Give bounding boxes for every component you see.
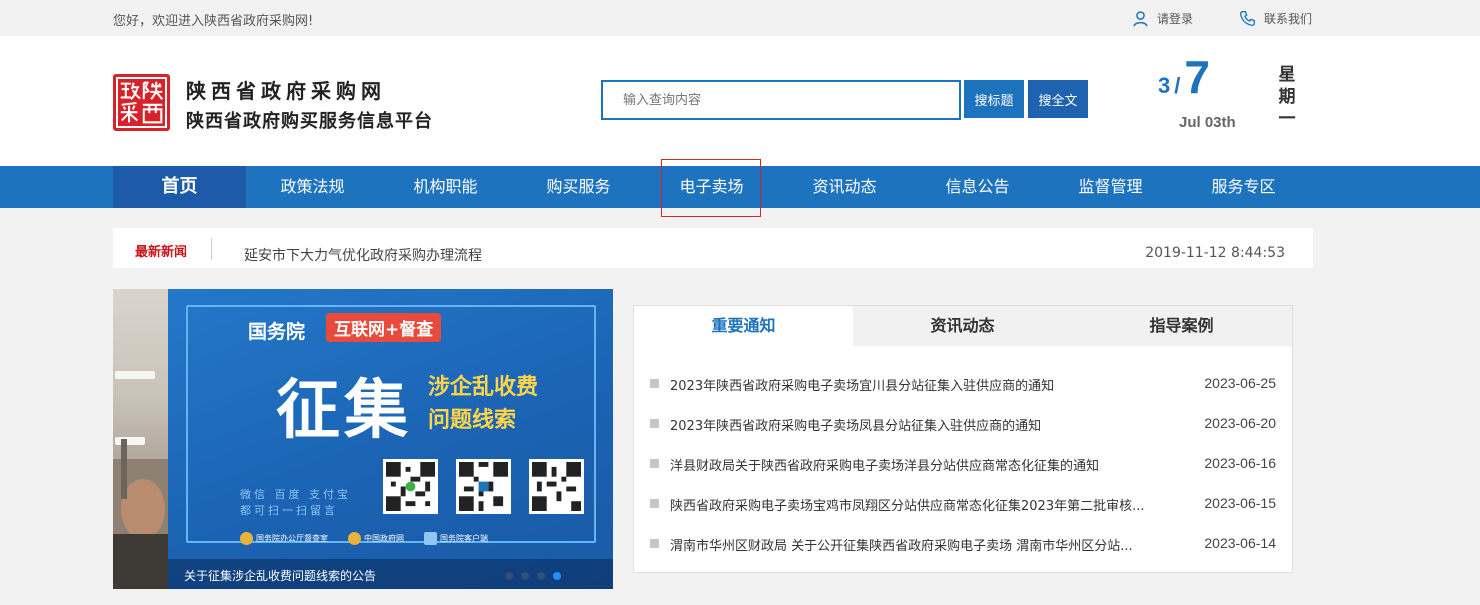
banner-org1: 国务院办公厅督查室: [256, 534, 328, 543]
site-header: 陕西省政府采购网 陕西省政府购买服务信息平台 搜标题 搜全文 3 / 7 Jul…: [0, 36, 1480, 166]
bullet-icon: [650, 539, 659, 548]
date-separator: /: [1174, 73, 1181, 98]
nav-item-purchase-service[interactable]: 购买服务: [512, 166, 645, 208]
banner-hint-line1: 微信 百度 支付宝: [240, 488, 351, 501]
photo-figures: [113, 439, 168, 589]
tab-guidance-cases[interactable]: 指导案例: [1072, 306, 1291, 346]
nav-item-announcements[interactable]: 信息公告: [911, 166, 1044, 208]
date-display: 3 / 7: [1158, 50, 1210, 104]
carousel-dot-2[interactable]: [521, 572, 529, 580]
notice-item[interactable]: 陕西省政府采购电子卖场宝鸡市凤翔区分站供应商常态化征集2023年第二批审核...…: [650, 494, 1276, 514]
notice-date: 2023-06-16: [1204, 455, 1276, 471]
weekday: 星期一: [1278, 65, 1296, 129]
banner-hint-line2: 都可扫一扫留言: [240, 504, 338, 517]
notice-date: 2023-06-14: [1204, 535, 1276, 551]
qr-code-icon: [529, 459, 584, 514]
tab-important-notices[interactable]: 重要通知: [634, 306, 853, 346]
qr-code-icon: [383, 459, 438, 514]
banner-photo-slice: [113, 289, 168, 589]
banner-caption[interactable]: 关于征集涉企乱收费问题线索的公告: [184, 567, 376, 584]
banner-sub2: 问题线索: [428, 408, 517, 433]
notice-date: 2023-06-15: [1204, 495, 1276, 511]
search-input[interactable]: [603, 82, 959, 118]
banner-slide: 国务院 互联网+督查 征集 涉企乱收费 问题线索 微信 百度 支付宝 都可扫一扫…: [168, 289, 613, 589]
ticker-divider: [211, 238, 212, 260]
top-bar: 您好，欢迎进入陕西省政府采购网! 请登录 联系我们: [0, 0, 1480, 36]
carousel-dot-3[interactable]: [537, 572, 545, 580]
emblem-icon: [348, 532, 361, 545]
notice-title[interactable]: 陕西省政府采购电子卖场宝鸡市凤翔区分站供应商常态化征集2023年第二批审核...: [670, 495, 1180, 514]
banner-hint: 微信 百度 支付宝 都可扫一扫留言: [240, 487, 351, 519]
login-label: 请登录: [1157, 12, 1194, 26]
banner-orgs: 国务院办公厅督查室 中国政府网 国务院客户端: [240, 532, 488, 545]
notice-item[interactable]: 渭南市华州区财政局 关于公开征集陕西省政府采购电子卖场 渭南市华州区分站... …: [650, 534, 1276, 554]
nav-item-e-mall[interactable]: 电子卖场: [645, 166, 778, 208]
ceiling-light: [115, 371, 155, 379]
carousel-dots: [505, 572, 561, 580]
ticker-label: 最新新闻: [135, 245, 188, 260]
nav-item-service-zone[interactable]: 服务专区: [1177, 166, 1310, 208]
notice-title[interactable]: 渭南市华州区财政局 关于公开征集陕西省政府采购电子卖场 渭南市华州区分站...: [670, 535, 1180, 554]
phone-icon: [1240, 11, 1255, 26]
banner-org: 中国政府网: [348, 532, 404, 545]
nav-item-home[interactable]: 首页: [113, 166, 246, 208]
login-link[interactable]: 请登录: [1132, 10, 1193, 27]
date-month: 3: [1158, 73, 1171, 98]
qr-code-icon: [456, 459, 511, 514]
site-subtitle[interactable]: 陕西省政府购买服务信息平台: [186, 107, 433, 133]
date-day: 7: [1184, 51, 1210, 103]
main-nav: 首页 政策法规 机构职能 购买服务 电子卖场 资讯动态 信息公告 监督管理 服务…: [0, 166, 1480, 208]
ticker-headline[interactable]: 延安市下大力气优化政府采购办理流程: [244, 245, 482, 265]
ticker-time: 2019-11-12 8:44:53: [1145, 245, 1285, 261]
nav-item-policy[interactable]: 政策法规: [246, 166, 379, 208]
banner-tag: 互联网+督查: [326, 313, 442, 342]
seal-border: [116, 77, 167, 128]
app-icon: [424, 532, 437, 545]
contact-link[interactable]: 联系我们: [1239, 10, 1312, 27]
carousel-dot-1[interactable]: [505, 572, 513, 580]
user-icon: [1133, 11, 1148, 27]
emblem-icon: [240, 532, 253, 545]
banner-carousel[interactable]: 国务院 互联网+督查 征集 涉企乱收费 问题线索 微信 百度 支付宝 都可扫一扫…: [113, 289, 613, 589]
tab-news[interactable]: 资讯动态: [853, 306, 1072, 346]
notice-item[interactable]: 洋县财政局关于陕西省政府采购电子卖场洋县分站供应商常态化征集的通知 2023-0…: [650, 454, 1276, 474]
notice-item[interactable]: 2023年陕西省政府采购电子卖场宜川县分站征集入驻供应商的通知 2023-06-…: [650, 374, 1276, 394]
banner-caption-bar: 关于征集涉企乱收费问题线索的公告: [168, 559, 613, 589]
notice-title[interactable]: 洋县财政局关于陕西省政府采购电子卖场洋县分站供应商常态化征集的通知: [670, 455, 1180, 474]
banner-headline: 征集: [276, 374, 412, 448]
banner-gov-label: 国务院: [248, 321, 306, 343]
banner-org: 国务院客户端: [424, 532, 488, 545]
logo-seal[interactable]: [113, 74, 170, 131]
search-box: [601, 80, 961, 120]
banner-sub1: 涉企乱收费: [428, 375, 539, 400]
search-fulltext-button[interactable]: 搜全文: [1028, 80, 1088, 118]
banner-org3: 国务院客户端: [440, 534, 488, 543]
bullet-icon: [650, 459, 659, 468]
contact-label: 联系我们: [1264, 12, 1313, 26]
carousel-dot-4[interactable]: [553, 572, 561, 580]
banner-org2: 中国政府网: [364, 534, 404, 543]
notice-title[interactable]: 2023年陕西省政府采购电子卖场宜川县分站征集入驻供应商的通知: [670, 375, 1180, 394]
nav-item-institutions[interactable]: 机构职能: [379, 166, 512, 208]
panel-tabs: 重要通知 资讯动态 指导案例: [634, 306, 1292, 346]
seal-glyphs: [120, 81, 164, 124]
banner-org: 国务院办公厅督查室: [240, 532, 328, 545]
site-title[interactable]: 陕西省政府采购网: [186, 75, 386, 104]
notice-panel: 重要通知 资讯动态 指导案例 2023年陕西省政府采购电子卖场宜川县分站征集入驻…: [633, 305, 1293, 573]
search-title-button[interactable]: 搜标题: [964, 80, 1024, 118]
nav-item-supervision[interactable]: 监督管理: [1044, 166, 1177, 208]
bullet-icon: [650, 499, 659, 508]
notice-date: 2023-06-25: [1204, 375, 1276, 391]
bullet-icon: [650, 379, 659, 388]
date-english: Jul 03th: [1179, 114, 1236, 131]
qr-code-row: [383, 459, 584, 514]
notice-title[interactable]: 2023年陕西省政府采购电子卖场凤县分站征集入驻供应商的通知: [670, 415, 1180, 434]
bullet-icon: [650, 419, 659, 428]
notice-item[interactable]: 2023年陕西省政府采购电子卖场凤县分站征集入驻供应商的通知 2023-06-2…: [650, 414, 1276, 434]
news-ticker: 最新新闻 延安市下大力气优化政府采购办理流程 2019-11-12 8:44:5…: [113, 228, 1313, 268]
nav-item-news[interactable]: 资讯动态: [778, 166, 911, 208]
welcome-text: 您好，欢迎进入陕西省政府采购网!: [113, 14, 314, 29]
notice-date: 2023-06-20: [1204, 415, 1276, 431]
